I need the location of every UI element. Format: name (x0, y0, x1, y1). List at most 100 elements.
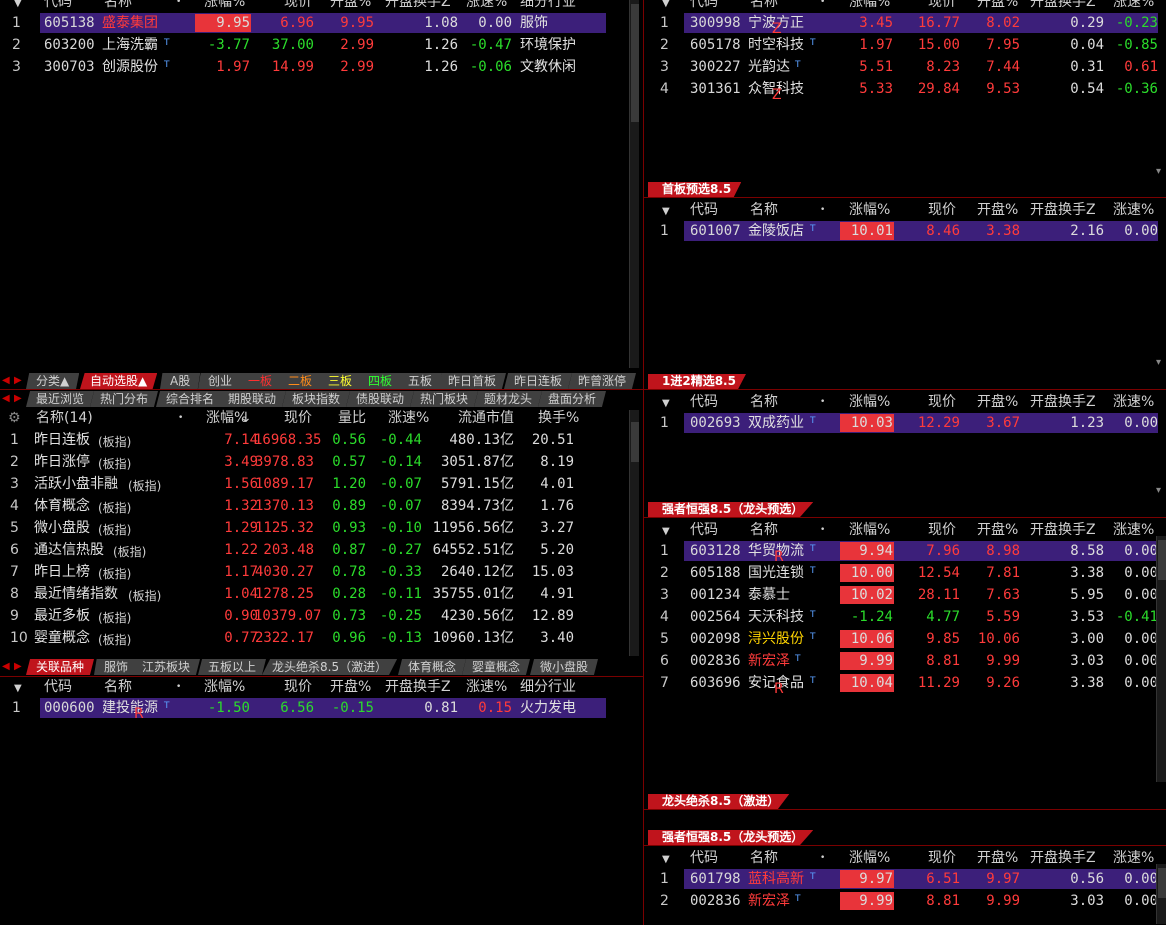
table-row[interactable]: 2 昨日涨停 (板指) 3.49 3978.83 0.57 -0.14 3051.87亿 8.1… (0, 451, 643, 473)
column-header[interactable]: 名称 (750, 0, 778, 11)
table-row[interactable]: 1 002693 双成药业 T 10.03 12.29 3.67 1.23 0.00 (644, 412, 1166, 434)
column-header[interactable]: 开盘% (330, 678, 371, 696)
column-header[interactable]: 涨速% (1113, 521, 1154, 539)
tab-item[interactable]: 盘面分析 (538, 391, 607, 407)
table-row[interactable]: 1 000600 建投能源 R T -1.50 6.56 -0.15 0.81 0.15 火力发电 (0, 697, 643, 722)
table-row[interactable]: 2 605178 时空科技 T 1.97 15.00 7.95 0.04 -0.85 (644, 34, 1166, 56)
tab-item[interactable]: 题材龙头 (474, 391, 543, 407)
table-row[interactable]: 9 最近多板 (板指) 0.90 10379.07 0.73 -0.25 4230.56亿 12… (0, 605, 643, 627)
column-header[interactable]: 涨幅% (849, 0, 890, 11)
table-row[interactable]: 1 昨日连板 (板指) 7.14 16968.35 0.56 -0.44 480.13亿 20.… (0, 429, 643, 451)
table-row[interactable]: 1 605138 盛泰集团 9.95 6.96 9.95 1.08 0.00 服饰 (0, 12, 643, 34)
column-header[interactable]: 现价 (928, 521, 956, 539)
tab-item[interactable]: 四板 (358, 373, 403, 389)
sort-desc-icon[interactable]: ↓ (240, 409, 252, 427)
column-header[interactable]: 名称 (750, 521, 778, 539)
column-header[interactable]: 开盘% (977, 849, 1018, 867)
table-row[interactable]: 3 活跃小盘非融 (板指) 1.56 1089.17 1.20 -0.07 5791.15亿 4… (0, 473, 643, 495)
column-header[interactable]: 开盘% (977, 393, 1018, 411)
column-header[interactable]: 现价 (928, 849, 956, 867)
tab-item[interactable]: 服饰 (94, 659, 139, 675)
panel-title[interactable]: 首板预选8.5 (648, 182, 742, 197)
tab-scroll-left-icon[interactable]: ◀ (2, 659, 10, 675)
tab-item[interactable]: 期股联动 (218, 391, 287, 407)
column-header[interactable]: 开盘换手Z (385, 0, 451, 11)
table-row[interactable]: 4 301361 众智科技 Z 5.33 29.84 9.53 0.54 -0.36 (644, 78, 1166, 103)
column-header[interactable]: • (178, 409, 183, 427)
table-row[interactable]: 6 002836 新宏泽 T 9.99 8.81 9.99 3.03 0.00 (644, 650, 1166, 672)
column-header[interactable]: 涨幅% (204, 0, 245, 11)
column-header[interactable]: 涨速% (1113, 0, 1154, 11)
column-header[interactable]: 现价 (284, 678, 312, 696)
column-header[interactable]: 名称 (104, 678, 132, 696)
tab-item[interactable]: 三板 (318, 373, 363, 389)
column-header[interactable]: 现价 (928, 393, 956, 411)
tab-scroll-right-icon[interactable]: ▶ (14, 659, 22, 675)
table-row[interactable]: 3 300703 创源股份 T 1.97 14.99 2.99 1.26 -0.06 文教休闲 (0, 56, 643, 78)
column-header[interactable]: 开盘换手Z (1030, 521, 1096, 539)
column-header[interactable]: 代码 (690, 201, 718, 219)
column-header[interactable]: 名称 (104, 0, 132, 11)
tab-item[interactable]: A股 (160, 373, 201, 389)
panel-scrollbar[interactable] (1156, 864, 1166, 924)
tab-scroll-right-icon[interactable]: ▶ (14, 391, 22, 407)
column-header[interactable]: 量比 (338, 409, 366, 427)
top-left-scrollbar[interactable] (629, 0, 639, 368)
tab-item[interactable]: 热门分布 (90, 391, 159, 407)
column-header[interactable]: • (820, 849, 825, 867)
tab-item[interactable]: 江苏板块 (132, 659, 201, 675)
tab-item[interactable]: 板块指数 (282, 391, 351, 407)
column-header[interactable]: • (820, 393, 825, 411)
column-header[interactable]: 现价 (284, 0, 312, 11)
sort-toggle-icon[interactable]: ▼ (662, 395, 670, 413)
panel-title[interactable]: 1进2精选8.5 (648, 374, 746, 389)
panel-title[interactable]: 强者恒强8.5（龙头预选） (648, 830, 814, 845)
table-row[interactable]: 3 001234 泰慕士 10.02 28.11 7.63 5.95 0.00 (644, 584, 1166, 606)
table-row[interactable]: 3 300227 光韵达 T 5.51 8.23 7.44 0.31 0.61 (644, 56, 1166, 78)
column-header[interactable]: 涨幅% (849, 201, 890, 219)
column-header[interactable]: 涨幅% (849, 521, 890, 539)
panel-collapse-icon[interactable]: ▾ (1156, 485, 1161, 496)
column-header[interactable]: 涨幅% (849, 849, 890, 867)
table-row[interactable]: 1 300998 宁波方正 Z 3.45 16.77 8.02 0.29 -0.23 (644, 12, 1166, 37)
table-row[interactable]: 2 603200 上海洗霸 T -3.77 37.00 2.99 1.26 -0.47 环境保护 (0, 34, 643, 56)
column-header[interactable]: 涨速% (466, 0, 507, 11)
column-header[interactable]: • (820, 521, 825, 539)
tab-item[interactable]: 自动选股▲ (80, 373, 158, 389)
tab-scroll-right-icon[interactable]: ▶ (14, 373, 22, 389)
table-row[interactable]: 4 002564 天沃科技 T -1.24 4.77 5.59 3.53 -0.41 (644, 606, 1166, 628)
panel-title[interactable]: 龙头绝杀8.5（激进） (648, 794, 790, 809)
tab-item[interactable]: 关联品种 (26, 659, 95, 675)
column-header[interactable]: 开盘换手Z (385, 678, 451, 696)
column-header[interactable]: 涨速% (388, 409, 429, 427)
tab-item[interactable]: 五板以上 (198, 659, 267, 675)
tab-item[interactable]: 体育概念 (398, 659, 467, 675)
column-header[interactable]: 名称 (750, 393, 778, 411)
tab-item[interactable]: 综合排名 (156, 391, 225, 407)
table-row[interactable]: 7 603696 安记食品 R T 10.04 11.29 9.26 3.38 0.00 (644, 672, 1166, 697)
panel-collapse-icon[interactable]: ▾ (1156, 166, 1161, 177)
column-header[interactable]: 代码 (690, 393, 718, 411)
column-header[interactable]: 开盘% (330, 0, 371, 11)
column-header[interactable]: 现价 (928, 201, 956, 219)
sort-toggle-icon[interactable]: ▼ (662, 203, 670, 221)
panel-collapse-icon[interactable]: ▾ (1156, 357, 1161, 368)
table-row[interactable]: 2 002836 新宏泽 T 9.99 8.81 9.99 3.03 0.00 (644, 890, 1166, 912)
table-row[interactable]: 5 微小盘股 (板指) 1.29 1125.32 0.93 -0.10 11956.56亿 3.… (0, 517, 643, 539)
column-header[interactable]: 细分行业 (520, 0, 576, 11)
column-header[interactable]: 代码 (690, 0, 718, 11)
tab-item[interactable]: 二板 (278, 373, 323, 389)
table-row[interactable]: 6 通达信热股 (板指) 1.22 203.48 0.87 -0.27 64552.51亿 5.… (0, 539, 643, 561)
column-header[interactable]: 开盘换手Z (1030, 393, 1096, 411)
panel-title[interactable]: 强者恒强8.5（龙头预选） (648, 502, 814, 517)
column-header[interactable]: 代码 (44, 678, 72, 696)
tab-item[interactable]: 分类▲ (26, 373, 80, 389)
column-header[interactable]: 名称 (750, 201, 778, 219)
panel-scrollbar[interactable] (1156, 536, 1166, 782)
table-row[interactable]: 1 601007 金陵饭店 T 10.01 8.46 3.38 2.16 0.00 (644, 220, 1166, 242)
tab-item[interactable]: 热门板块 (410, 391, 479, 407)
table-row[interactable]: 7 昨日上榜 (板指) 1.17 4030.27 0.78 -0.33 2640.12亿 15.… (0, 561, 643, 583)
tab-item[interactable]: 债股联动 (346, 391, 415, 407)
column-header[interactable]: 代码 (690, 521, 718, 539)
table-row[interactable]: 2 605188 国光连锁 T 10.00 12.54 7.81 3.38 0.00 (644, 562, 1166, 584)
